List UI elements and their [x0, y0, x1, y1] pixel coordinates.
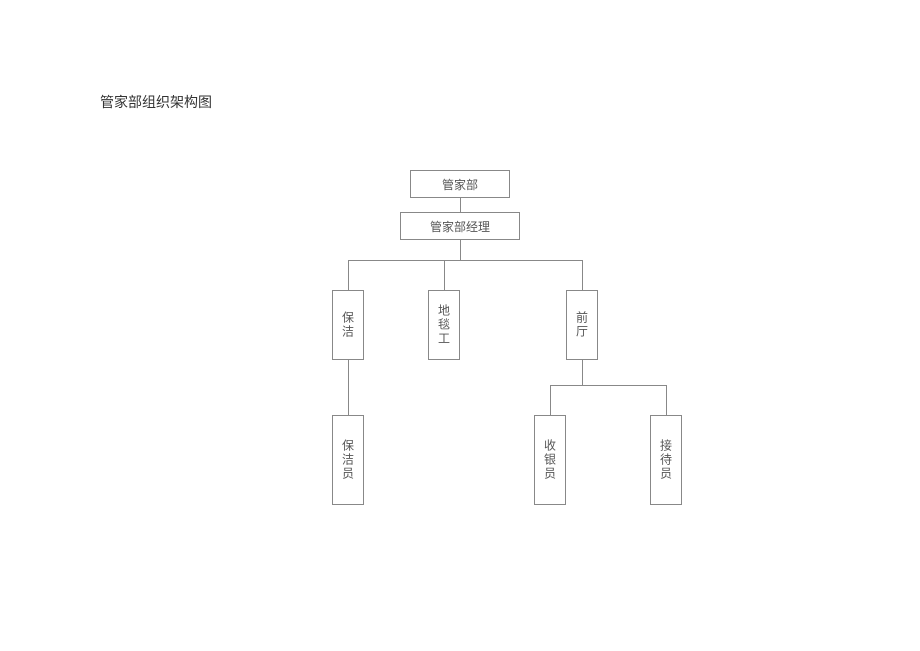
connector [348, 260, 349, 290]
node-cleaner: 保洁员 [332, 415, 364, 505]
node-receptionist: 接待员 [650, 415, 682, 505]
node-manager: 管家部经理 [400, 212, 520, 240]
node-cashier: 收银员 [534, 415, 566, 505]
node-front: 前厅 [566, 290, 598, 360]
node-carpet: 地毯工 [428, 290, 460, 360]
connector [348, 360, 349, 415]
connector [550, 385, 666, 386]
org-chart: 管家部 管家部经理 保洁 地毯工 前厅 保洁员 收银员 接待员 [0, 170, 920, 590]
connector [348, 260, 582, 261]
connector [460, 240, 461, 260]
connector [444, 260, 445, 290]
connector [582, 360, 583, 385]
node-cleaning: 保洁 [332, 290, 364, 360]
node-root: 管家部 [410, 170, 510, 198]
connector [666, 385, 667, 415]
connector [460, 198, 461, 212]
connector [550, 385, 551, 415]
connector [582, 260, 583, 290]
page-title: 管家部组织架构图 [100, 92, 212, 112]
